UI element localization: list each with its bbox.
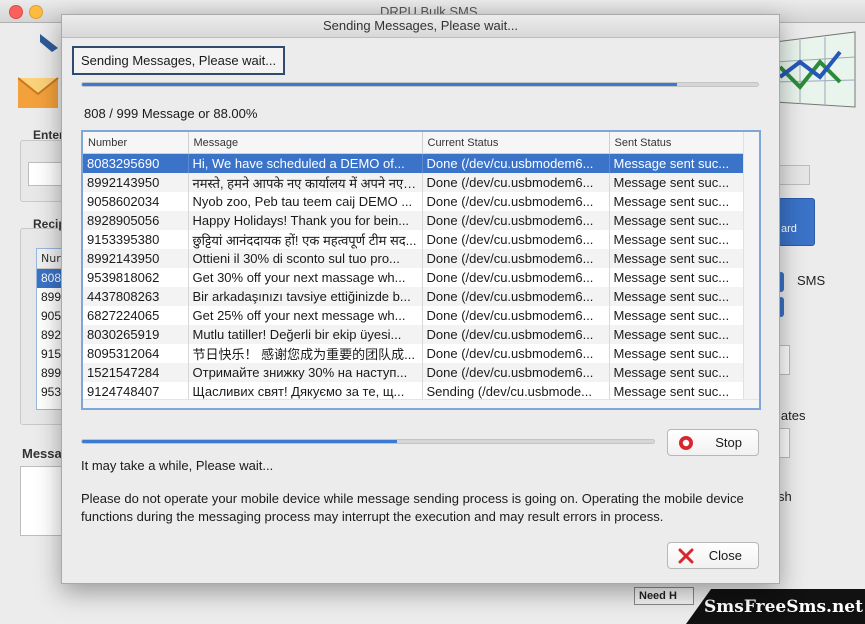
right-blue-button[interactable]: ard	[778, 198, 815, 246]
cell-message: Get 30% off your next massage wh...	[188, 268, 423, 287]
cell-message: Ottieni il 30% di sconto sul tuo pro...	[188, 249, 423, 268]
message-field[interactable]	[20, 466, 67, 536]
cell-sent-status: Message sent suc...	[609, 192, 744, 211]
cell-number: 1521547284	[83, 363, 189, 382]
table-row[interactable]: 8992143950 नमस्ते, हमने आपके नए कार्यालय …	[83, 173, 744, 192]
table-row[interactable]: 9539818062 Get 30% off your next massage …	[83, 268, 744, 287]
cell-message: Nyob zoo, Peb tau teem caij DEMO ...	[188, 192, 423, 211]
sh-label: sh	[778, 489, 792, 504]
right-field	[778, 165, 810, 185]
messages-table[interactable]: Number Message Current Status Sent Statu…	[81, 130, 761, 410]
close-button[interactable]: Close	[667, 542, 759, 569]
table-horizontal-scrollbar[interactable]	[83, 399, 759, 408]
cell-current-status: Done (/dev/cu.usbmodem6...	[422, 268, 610, 287]
table-row[interactable]: 9058602034 Nyob zoo, Peb tau teem caij DE…	[83, 192, 744, 211]
stop-button[interactable]: Stop	[667, 429, 759, 456]
cell-current-status: Done (/dev/cu.usbmodem6...	[422, 230, 610, 249]
cell-number: 8992143950	[83, 249, 189, 268]
cell-sent-status: Message sent suc...	[609, 173, 744, 192]
column-header-number[interactable]: Number	[83, 132, 189, 154]
chart-logo-icon	[774, 31, 856, 108]
cell-number: 9539818062	[83, 268, 189, 287]
cell-current-status: Done (/dev/cu.usbmodem6...	[422, 249, 610, 268]
cell-message: Hi, We have scheduled a DEMO of...	[188, 153, 423, 173]
close-x-icon	[678, 548, 694, 563]
cell-message: Отримайте знижку 30% на наступ...	[188, 363, 423, 382]
cell-number: 8083295690	[83, 153, 189, 173]
cell-sent-status: Message sent suc...	[609, 230, 744, 249]
cell-current-status: Done (/dev/cu.usbmodem6...	[422, 211, 610, 230]
cell-current-status: Done (/dev/cu.usbmodem6...	[422, 363, 610, 382]
status-box: Sending Messages, Please wait...	[72, 46, 285, 75]
cell-number: 4437808263	[83, 287, 189, 306]
cell-sent-status: Message sent suc...	[609, 268, 744, 287]
overall-progress-bar	[81, 82, 759, 87]
cell-message: Bir arkadaşınızı tavsiye ettiğinizde b..…	[188, 287, 423, 306]
cell-current-status: Done (/dev/cu.usbmodem6...	[422, 325, 610, 344]
cell-sent-status: Message sent suc...	[609, 344, 744, 363]
cell-number: 9058602034	[83, 192, 189, 211]
cell-current-status: Done (/dev/cu.usbmodem6...	[422, 153, 610, 173]
cell-message: नमस्ते, हमने आपके नए कार्यालय में अपने न…	[188, 173, 423, 192]
table-row[interactable]: 1521547284 Отримайте знижку 30% на наступ…	[83, 363, 744, 382]
table-row[interactable]: 8928905056 Happy Holidays! Thank you for …	[83, 211, 744, 230]
message-label: Messa	[22, 446, 62, 461]
table-row[interactable]: 8095312064 节日快乐！ 感谢您成为重要的团队成... Done (/dev…	[83, 344, 744, 363]
table-row[interactable]: 4437808263 Bir arkadaşınızı tavsiye ettiğ…	[83, 287, 744, 306]
cell-message: 节日快乐！ 感谢您成为重要的团队成...	[188, 344, 423, 363]
cell-sent-status: Message sent suc...	[609, 363, 744, 382]
sending-dialog: Sending Messages, Please wait... Sending…	[61, 14, 780, 584]
table-row[interactable]: 6827224065 Get 25% off your next message …	[83, 306, 744, 325]
templates-label: lates	[778, 408, 806, 423]
cell-message: Happy Holidays! Thank you for bein...	[188, 211, 423, 230]
cell-number: 8928905056	[83, 211, 189, 230]
progress-text: 808 / 999 Message or 88.00%	[84, 106, 258, 121]
cell-message: Mutlu tatiller! Değerli bir ekip üyesi..…	[188, 325, 423, 344]
table-row[interactable]: 9153395380 छुट्टियां आनंददायक हों! एक महत…	[83, 230, 744, 249]
cell-current-status: Done (/dev/cu.usbmodem6...	[422, 287, 610, 306]
cell-current-status: Done (/dev/cu.usbmodem6...	[422, 192, 610, 211]
need-help-button[interactable]: Need H	[634, 587, 694, 605]
column-header-message[interactable]: Message	[188, 132, 423, 154]
cell-message: छुट्टियां आनंददायक हों! एक महत्वपूर्ण टी…	[188, 230, 423, 249]
overall-progress-fill	[82, 83, 677, 86]
watermark: SmsFreeSms.net	[686, 589, 865, 624]
table-vertical-scrollbar[interactable]	[743, 132, 759, 408]
current-progress-fill	[82, 440, 397, 443]
column-header-sent-status[interactable]: Sent Status	[609, 132, 744, 154]
cell-number: 8030265919	[83, 325, 189, 344]
column-header-current-status[interactable]: Current Status	[422, 132, 610, 154]
cell-sent-status: Message sent suc...	[609, 306, 744, 325]
cell-current-status: Done (/dev/cu.usbmodem6...	[422, 306, 610, 325]
warning-text: Please do not operate your mobile device…	[81, 491, 744, 524]
table-row[interactable]: 8083295690 Hi, We have scheduled a DEMO o…	[83, 153, 744, 173]
table-row[interactable]: 8992143950 Ottieni il 30% di sconto sul t…	[83, 249, 744, 268]
sms-label: SMS	[797, 273, 826, 288]
cell-message: Get 25% off your next message wh...	[188, 306, 423, 325]
cell-current-status: Done (/dev/cu.usbmodem6...	[422, 173, 610, 192]
cell-number: 8992143950	[83, 173, 189, 192]
cell-current-status: Done (/dev/cu.usbmodem6...	[422, 344, 610, 363]
close-window-icon[interactable]	[9, 5, 23, 19]
cell-sent-status: Message sent suc...	[609, 325, 744, 344]
dialog-title: Sending Messages, Please wait...	[62, 15, 779, 38]
enter-label: Enter	[33, 128, 64, 142]
stop-icon	[679, 435, 693, 450]
minimize-window-icon[interactable]	[29, 5, 43, 19]
current-progress-bar	[81, 439, 655, 444]
cell-number: 9153395380	[83, 230, 189, 249]
right-button-label: ard	[781, 223, 797, 235]
enter-field[interactable]	[28, 162, 65, 186]
cell-sent-status: Message sent suc...	[609, 249, 744, 268]
table-row[interactable]: 8030265919 Mutlu tatiller! Değerli bir ek…	[83, 325, 744, 344]
stop-label: Stop	[715, 435, 742, 450]
cell-number: 8095312064	[83, 344, 189, 363]
cell-sent-status: Message sent suc...	[609, 153, 744, 173]
cell-sent-status: Message sent suc...	[609, 287, 744, 306]
wait-text: It may take a while, Please wait...	[81, 458, 274, 473]
cell-sent-status: Message sent suc...	[609, 211, 744, 230]
cell-number: 6827224065	[83, 306, 189, 325]
close-label: Close	[708, 548, 742, 563]
table-header-row: Number Message Current Status Sent Statu…	[83, 132, 744, 154]
